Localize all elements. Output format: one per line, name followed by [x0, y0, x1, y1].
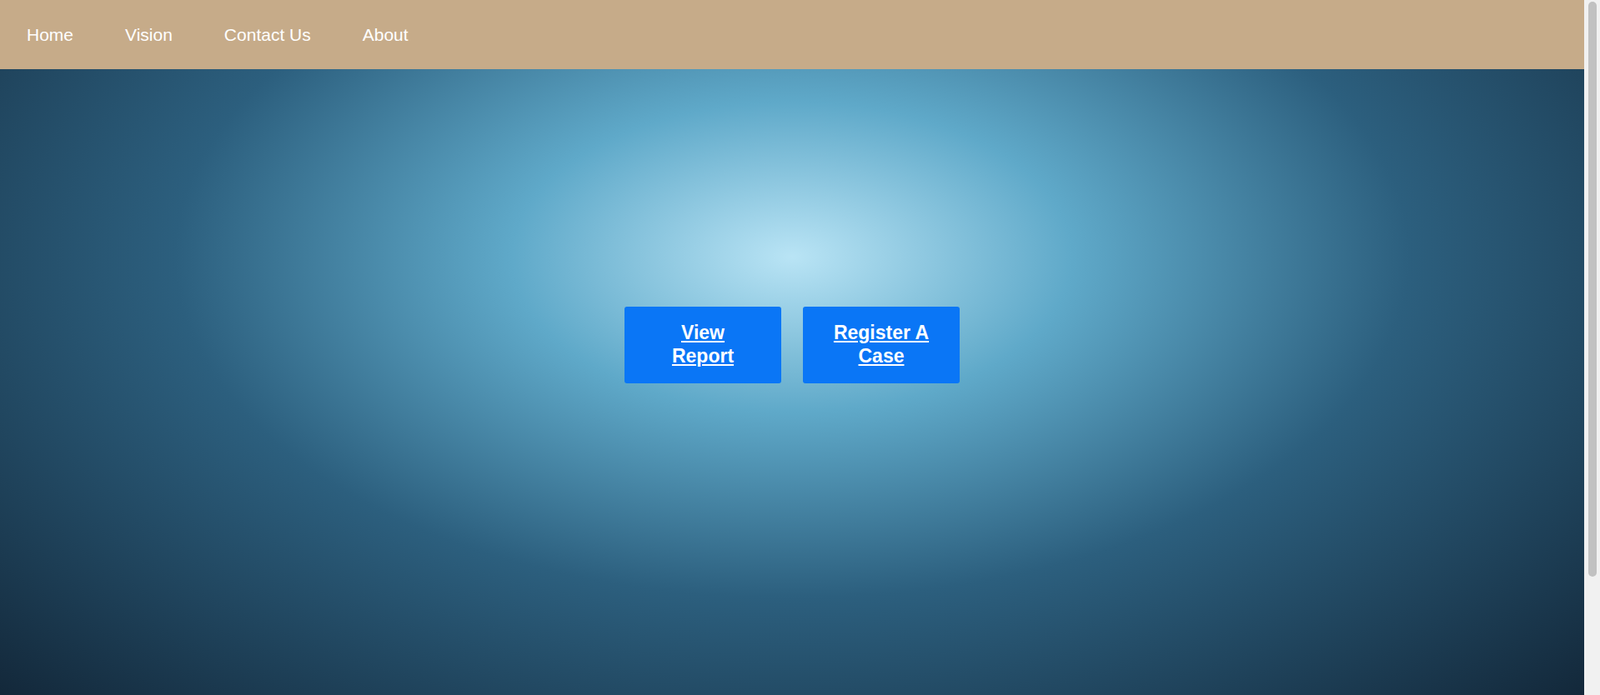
top-nav: Home Vision Contact Us About [0, 0, 1585, 70]
scrollbar-thumb[interactable] [1588, 1, 1597, 577]
register-case-button[interactable]: Register A Case [802, 306, 960, 384]
hero-image: View Report Register A Case [0, 69, 1585, 695]
nav-link[interactable]: Vision [125, 24, 173, 46]
nav-link[interactable]: Home [26, 24, 74, 46]
page: Home Vision Contact Us About View Report Reg… [0, 0, 1585, 695]
nav-link[interactable]: About [362, 24, 409, 46]
nav-link[interactable]: Contact Us [224, 24, 311, 46]
scrollbar[interactable] [1584, 0, 1600, 695]
view-report-button[interactable]: View Report [624, 306, 782, 384]
